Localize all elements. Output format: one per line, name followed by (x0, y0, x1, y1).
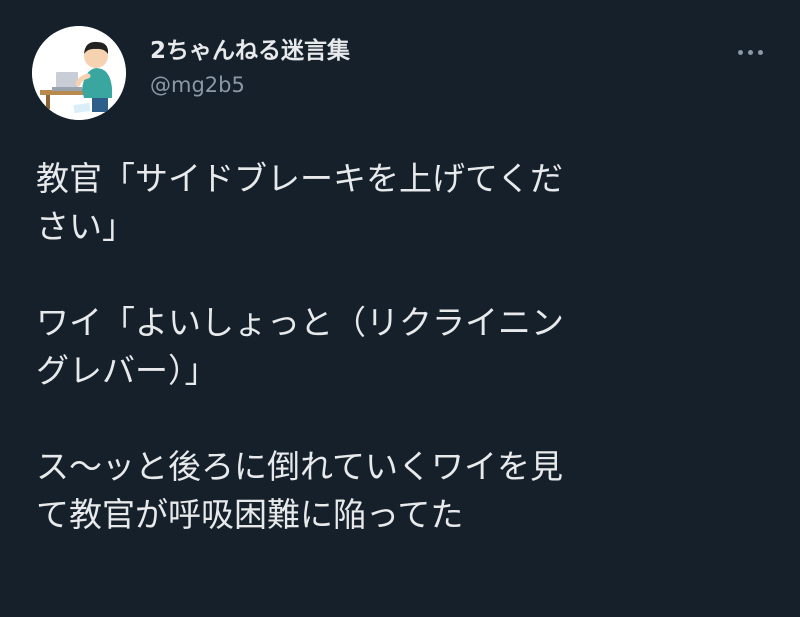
more-options-button[interactable] (728, 40, 772, 64)
tweet-line: ス〜ッと後ろに倒れていくワイを見 (36, 447, 564, 486)
tweet-paragraph: ス〜ッと後ろに倒れていくワイを見 て教官が呼吸困難に陥ってた (36, 443, 776, 539)
tweet-line: 教官「サイドブレーキを上げてくだ (36, 159, 564, 198)
more-dots-icon (747, 49, 753, 55)
more-dots-icon (737, 49, 743, 55)
avatar[interactable] (32, 26, 126, 120)
person-at-laptop-avatar-icon (32, 26, 126, 120)
author-info: 2ちゃんねる迷言集 @mg2b5 (150, 36, 350, 100)
tweet-line: ワイ「よいしょっと（リクライニン (36, 303, 564, 342)
author-handle[interactable]: @mg2b5 (150, 70, 350, 100)
author-display-name[interactable]: 2ちゃんねる迷言集 (150, 36, 350, 66)
tweet-paragraph: ワイ「よいしょっと（リクライニン グレバー）」 (36, 299, 776, 395)
tweet-text: 教官「サイドブレーキを上げてくだ さい」 ワイ「よいしょっと（リクライニン グレ… (36, 155, 776, 539)
tweet-line: て教官が呼吸困難に陥ってた (36, 495, 464, 534)
tweet-line: さい」 (36, 207, 135, 246)
tweet-line: グレバー）」 (36, 351, 218, 390)
more-dots-icon (757, 49, 763, 55)
tweet-paragraph: 教官「サイドブレーキを上げてくだ さい」 (36, 155, 776, 251)
tweet-card: 2ちゃんねる迷言集 @mg2b5 教官「サイドブレーキを上げてくだ さい」 ワイ… (0, 0, 800, 617)
